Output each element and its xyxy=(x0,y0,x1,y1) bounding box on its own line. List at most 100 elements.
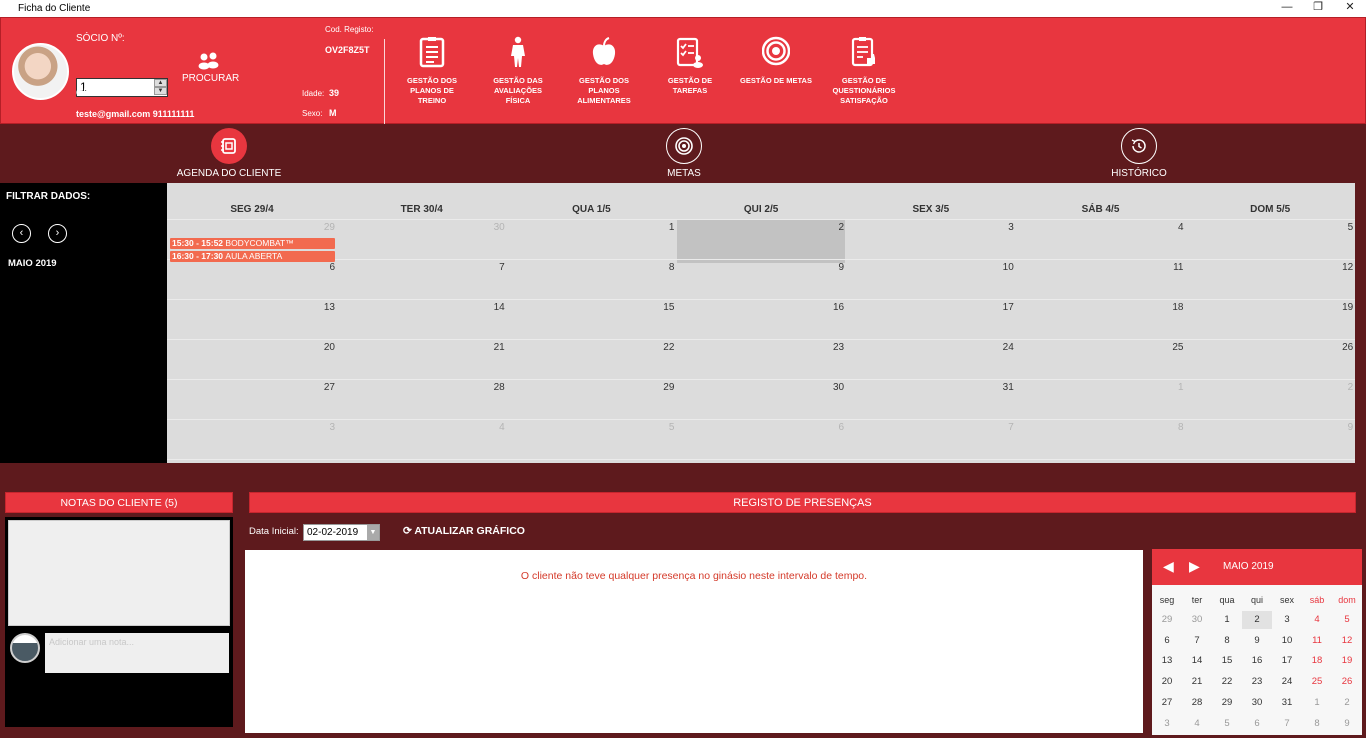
mini-calendar-day[interactable]: 11 xyxy=(1302,632,1332,650)
calendar-event[interactable]: 16:30 - 17:30 AULA ABERTA xyxy=(170,251,335,262)
search-client-button[interactable]: PROCURAR xyxy=(182,51,239,84)
restore-button[interactable]: ❐ xyxy=(1303,0,1333,17)
mini-calendar-day[interactable]: 5 xyxy=(1212,715,1242,733)
mini-calendar-day[interactable]: 18 xyxy=(1302,652,1332,670)
mini-calendar-day[interactable]: 1 xyxy=(1302,694,1332,712)
mini-calendar-day[interactable]: 30 xyxy=(1182,611,1212,629)
mini-calendar-day[interactable]: 13 xyxy=(1152,652,1182,670)
next-month-button[interactable]: › xyxy=(48,224,67,243)
calendar-day[interactable]: 6 xyxy=(167,262,335,273)
add-note-input[interactable]: Adicionar uma nota... xyxy=(45,633,229,673)
mini-calendar-day[interactable]: 23 xyxy=(1242,673,1272,691)
calendar-day[interactable]: 18 xyxy=(1016,302,1183,313)
mini-calendar-day[interactable]: 8 xyxy=(1212,632,1242,650)
mini-calendar-day[interactable]: 9 xyxy=(1332,715,1362,733)
mini-calendar-day[interactable]: 21 xyxy=(1182,673,1212,691)
mini-calendar-day[interactable]: 2 xyxy=(1242,611,1272,629)
tab-metas[interactable]: METAS xyxy=(644,128,724,179)
calendar-day[interactable]: 29 xyxy=(506,382,674,393)
mini-calendar-day[interactable]: 29 xyxy=(1212,694,1242,712)
calendar-day[interactable]: 15 xyxy=(506,302,674,313)
mini-calendar-day[interactable]: 3 xyxy=(1272,611,1302,629)
mini-calendar-day[interactable]: 7 xyxy=(1272,715,1302,733)
tab-historico[interactable]: HISTÓRICO xyxy=(1099,128,1179,179)
calendar-day[interactable]: 11 xyxy=(1016,262,1183,273)
mini-calendar-day[interactable]: 27 xyxy=(1152,694,1182,712)
calendar-day[interactable]: 16 xyxy=(676,302,844,313)
calendar-day[interactable]: 9 xyxy=(1185,422,1354,433)
food-plans-button[interactable]: GESTÃO DOS PLANOS ALIMENTARES xyxy=(568,36,640,106)
calendar-day[interactable]: 14 xyxy=(337,302,505,313)
surveys-button[interactable]: GESTÃO DE QUESTIONÁRIOS SATISFAÇÃO xyxy=(828,36,900,106)
calendar-day[interactable]: 2 xyxy=(676,222,845,233)
calendar-day[interactable]: 30 xyxy=(676,382,844,393)
calendar-day[interactable]: 5 xyxy=(1185,222,1354,233)
prev-month-button[interactable]: ‹ xyxy=(12,224,31,243)
mini-calendar-day[interactable]: 30 xyxy=(1242,694,1272,712)
mini-calendar-day[interactable]: 16 xyxy=(1242,652,1272,670)
calendar-day[interactable]: 4 xyxy=(337,422,505,433)
calendar-day[interactable]: 25 xyxy=(1016,342,1183,353)
calendar-day[interactable]: 13 xyxy=(167,302,335,313)
mini-calendar-day[interactable]: 25 xyxy=(1302,673,1332,691)
calendar-day[interactable]: 31 xyxy=(846,382,1014,393)
goals-button[interactable]: GESTÃO DE METAS xyxy=(740,36,812,86)
tasks-button[interactable]: GESTÃO DE TAREFAS xyxy=(654,36,726,96)
mini-calendar-day[interactable]: 28 xyxy=(1182,694,1212,712)
calendar-day[interactable]: 28 xyxy=(337,382,505,393)
calendar-day[interactable]: 8 xyxy=(1016,422,1184,433)
mini-calendar-day[interactable]: 24 xyxy=(1272,673,1302,691)
mini-calendar-day[interactable]: 20 xyxy=(1152,673,1182,691)
refresh-chart-button[interactable]: ⟳ ATUALIZAR GRÁFICO xyxy=(403,525,525,537)
mini-calendar-day[interactable]: 31 xyxy=(1272,694,1302,712)
notes-list[interactable] xyxy=(8,520,230,626)
calendar-day[interactable]: 9 xyxy=(676,262,845,273)
calendar-day[interactable]: 5 xyxy=(506,422,675,433)
calendar-day[interactable]: 7 xyxy=(846,422,1014,433)
calendar-day[interactable]: 19 xyxy=(1185,302,1353,313)
calendar-day[interactable]: 22 xyxy=(506,342,674,353)
calendar-day[interactable]: 23 xyxy=(676,342,844,353)
calendar-day[interactable]: 10 xyxy=(846,262,1014,273)
calendar-day[interactable]: 2 xyxy=(1185,382,1354,393)
mini-calendar-day[interactable]: 7 xyxy=(1182,632,1212,650)
mini-calendar-day[interactable]: 17 xyxy=(1272,652,1302,670)
mini-calendar-day[interactable]: 4 xyxy=(1182,715,1212,733)
minimize-button[interactable]: — xyxy=(1272,0,1302,17)
close-button[interactable]: ✕ xyxy=(1335,0,1365,17)
mini-calendar-day[interactable]: 22 xyxy=(1212,673,1242,691)
mini-calendar-day[interactable]: 9 xyxy=(1242,632,1272,650)
mini-calendar-day[interactable]: 14 xyxy=(1182,652,1212,670)
mini-calendar-day[interactable]: 6 xyxy=(1242,715,1272,733)
calendar-day[interactable]: 8 xyxy=(506,262,675,273)
calendar-day[interactable]: 3 xyxy=(846,222,1014,233)
calendar-day[interactable]: 6 xyxy=(676,422,845,433)
calendar-day[interactable]: 27 xyxy=(167,382,335,393)
mini-calendar-day[interactable]: 4 xyxy=(1302,611,1332,629)
calendar-day[interactable]: 24 xyxy=(846,342,1014,353)
stepper-down-icon[interactable]: ▼ xyxy=(154,87,167,95)
calendar-event[interactable]: 15:30 - 15:52 BODYCOMBAT™ xyxy=(170,238,335,249)
mini-next-month-icon[interactable]: ▶ xyxy=(1189,558,1200,575)
calendar-day[interactable]: 7 xyxy=(337,262,505,273)
calendar-day[interactable]: 1 xyxy=(1016,382,1184,393)
chevron-down-icon[interactable]: ▼ xyxy=(367,525,379,540)
calendar-day[interactable]: 4 xyxy=(1016,222,1184,233)
mini-calendar-day[interactable]: 19 xyxy=(1332,652,1362,670)
calendar-day[interactable]: 3 xyxy=(167,422,335,433)
mini-calendar-day[interactable]: 5 xyxy=(1332,611,1362,629)
mini-calendar-day[interactable]: 15 xyxy=(1212,652,1242,670)
mini-calendar-day[interactable]: 10 xyxy=(1272,632,1302,650)
calendar-day[interactable]: 21 xyxy=(337,342,505,353)
calendar-day[interactable]: 12 xyxy=(1185,262,1353,273)
mini-prev-month-icon[interactable]: ◀ xyxy=(1163,558,1174,575)
training-plans-button[interactable]: GESTÃO DOS PLANOS DE TREINO xyxy=(396,36,468,106)
tab-agenda[interactable]: AGENDA DO CLIENTE xyxy=(169,128,289,179)
calendar-day[interactable]: 17 xyxy=(846,302,1014,313)
physical-evaluation-button[interactable]: GESTÃO DAS AVALIAÇÕES FÍSICA xyxy=(482,36,554,106)
calendar-day[interactable]: 30 xyxy=(337,222,505,233)
mini-calendar-day[interactable]: 12 xyxy=(1332,632,1362,650)
calendar-day[interactable]: 1 xyxy=(506,222,675,233)
calendar-day[interactable]: 29 xyxy=(167,222,335,233)
mini-calendar-day[interactable]: 3 xyxy=(1152,715,1182,733)
